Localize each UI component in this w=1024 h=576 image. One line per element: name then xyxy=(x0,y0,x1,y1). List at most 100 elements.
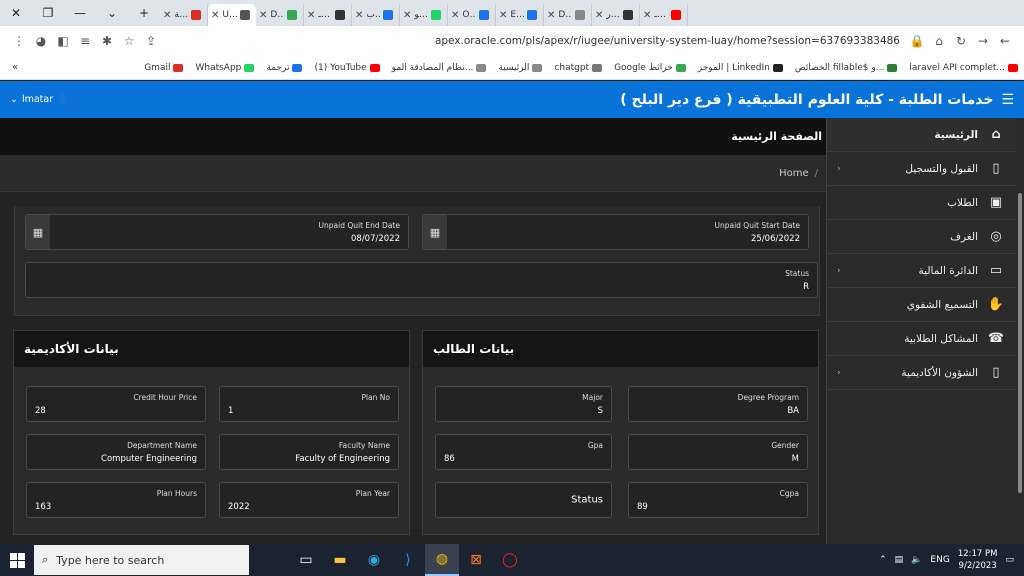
chevron-left-icon[interactable]: ‹ xyxy=(837,368,841,378)
lock-icon[interactable]: 🔒 xyxy=(906,34,928,48)
tab-search-chevron-icon[interactable]: ⌄ xyxy=(96,0,128,26)
tray-chevron-up-icon[interactable]: ⌃ xyxy=(879,555,887,565)
file-explorer-icon[interactable]: ▬ xyxy=(323,544,357,576)
vscode-icon[interactable]: ⟩ xyxy=(391,544,425,576)
unpaid-quit-start-date-field[interactable]: Unpaid Quit Start Date 25/06/2022 ▦ xyxy=(422,214,809,250)
url-field[interactable]: apex.oracle.com/pls/apex/r/iugee/univers… xyxy=(162,35,906,47)
browser-tab[interactable]: ✕لؤي مـ xyxy=(304,4,352,26)
tab-close-icon[interactable]: ✕ xyxy=(355,10,363,21)
gender-field[interactable]: Gender M xyxy=(628,434,808,470)
degree-program-field[interactable]: Degree Program BA xyxy=(628,386,808,422)
restore-window-icon[interactable]: ❐ xyxy=(32,0,64,26)
app-title[interactable]: خدمات الطلبة - كلية العلوم التطبيقية ( ف… xyxy=(620,92,993,108)
bookmark-item[interactable]: laravel API complet... xyxy=(909,63,1018,73)
chevron-left-icon[interactable]: ‹ xyxy=(837,164,841,174)
browser-tab[interactable]: ✕لؤي مـ xyxy=(640,4,688,26)
browser-tab[interactable]: ✕علامة xyxy=(160,4,208,26)
bookmark-star-icon[interactable]: ☆ xyxy=(118,34,140,48)
calendar-icon[interactable]: ▦ xyxy=(26,215,50,249)
sidebar-item[interactable]: ▭ الدائرة المالية ‹ xyxy=(827,254,1016,288)
status-field[interactable]: Status R xyxy=(25,262,818,298)
bookmark-item[interactable]: نظام المصادقة المو... xyxy=(392,63,487,73)
breadcrumb-home[interactable]: Home xyxy=(779,168,809,179)
notifications-icon[interactable]: ▭ xyxy=(1005,555,1014,565)
bookmark-item[interactable]: الخصائص fillable$ و... xyxy=(795,63,898,73)
forward-arrow-icon[interactable]: → xyxy=(972,34,994,48)
calendar-icon[interactable]: ▦ xyxy=(423,215,447,249)
share-icon[interactable]: ⇪ xyxy=(140,34,162,48)
reading-list-icon[interactable]: ≡ xyxy=(74,34,96,48)
faculty-name-field[interactable]: Faculty Name Faculty of Engineering xyxy=(219,434,399,470)
clock[interactable]: 12:17 PM 9/2/2023 xyxy=(958,548,998,572)
department-name-field[interactable]: Department Name Computer Engineering xyxy=(26,434,206,470)
side-panel-icon[interactable]: ◧ xyxy=(52,34,74,48)
gpa-field[interactable]: Gpa 86 xyxy=(435,434,612,470)
user-menu[interactable]: ⌄ lmatar 👤 xyxy=(10,94,69,105)
tab-close-icon[interactable]: ✕ xyxy=(307,10,315,21)
plan-no-field[interactable]: Plan No 1 xyxy=(219,386,399,422)
navigation-menu-icon[interactable]: ☰ xyxy=(1001,92,1014,108)
network-icon[interactable]: ▤ xyxy=(895,555,904,565)
plan-hours-field[interactable]: Plan Hours 163 xyxy=(26,482,206,518)
browser-tab[interactable]: ✕اوقتو: xyxy=(400,4,448,26)
tab-close-icon[interactable]: ✕ xyxy=(163,10,171,21)
language-indicator[interactable]: ENG xyxy=(930,555,949,565)
profile-avatar-icon[interactable]: ◕ xyxy=(30,34,52,48)
tab-close-icon[interactable]: ✕ xyxy=(451,10,459,21)
browser-tab[interactable]: ✕Docun xyxy=(544,4,592,26)
chrome-browser-icon[interactable]: ◍ xyxy=(425,544,459,576)
major-field[interactable]: Major S xyxy=(435,386,612,422)
sidebar-item[interactable]: ⌂ الرئيسية xyxy=(827,118,1016,152)
opera-browser-icon[interactable]: ◯ xyxy=(493,544,527,576)
tab-close-icon[interactable]: ✕ xyxy=(259,10,267,21)
home-icon[interactable]: ⌂ xyxy=(928,34,950,48)
scrollbar-thumb[interactable] xyxy=(1018,193,1022,493)
tab-close-icon[interactable]: ✕ xyxy=(643,10,651,21)
browser-tab[interactable]: ✕OFFTO xyxy=(448,4,496,26)
browser-tab[interactable]: ✕واتساب xyxy=(352,4,400,26)
back-arrow-icon[interactable]: ← xyxy=(994,34,1016,48)
sidebar-item[interactable]: ◎ الغرف xyxy=(827,220,1016,254)
volume-icon[interactable]: 🔈 xyxy=(911,555,922,565)
sidebar-item[interactable]: ▯ القبول والتسجيل ‹ xyxy=(827,152,1016,186)
cgpa-field[interactable]: Cgpa 89 xyxy=(628,482,808,518)
edge-browser-icon[interactable]: ◉ xyxy=(357,544,391,576)
bookmark-item[interactable]: WhatsApp xyxy=(195,63,255,73)
xampp-icon[interactable]: ⊠ xyxy=(459,544,493,576)
bookmark-item[interactable]: Gmail xyxy=(144,63,184,73)
close-window-icon[interactable]: ✕ xyxy=(0,0,32,26)
tab-close-icon[interactable]: ✕ xyxy=(499,10,507,21)
credit-hour-price-field[interactable]: Credit Hour Price 28 xyxy=(26,386,206,422)
tab-close-icon[interactable]: ✕ xyxy=(403,10,411,21)
bookmark-item[interactable]: chatgpt xyxy=(554,63,603,73)
bookmark-item[interactable]: (1) YouTube xyxy=(314,63,380,73)
bookmark-item[interactable]: الرئيسية xyxy=(498,63,543,73)
bookmark-item[interactable]: Google خرائط xyxy=(614,63,686,73)
bookmark-item[interactable]: الموجز | LinkedIn xyxy=(698,63,783,73)
task-view-icon[interactable]: ▭ xyxy=(289,544,323,576)
extensions-puzzle-icon[interactable]: ✱ xyxy=(96,34,118,48)
sidebar-item[interactable]: ▯ الشؤون الأكاديمية ‹ xyxy=(827,356,1016,390)
chevron-left-icon[interactable]: ‹ xyxy=(837,266,841,276)
scrollbar[interactable] xyxy=(1016,118,1024,544)
unpaid-quit-end-date-field[interactable]: Unpaid Quit End Date 08/07/2022 ▦ xyxy=(25,214,409,250)
more-bookmarks-chevron-icon[interactable]: « xyxy=(12,62,18,73)
new-tab-plus-icon[interactable]: + xyxy=(128,0,160,26)
browser-tab[interactable]: ✕DB-for xyxy=(256,4,304,26)
bookmark-item[interactable]: ترجمة xyxy=(266,63,303,73)
tab-close-icon[interactable]: ✕ xyxy=(211,10,219,21)
reload-icon[interactable]: ↻ xyxy=(950,34,972,48)
taskbar-search-box[interactable]: ⌕ Type here to search xyxy=(34,545,249,575)
sidebar-item[interactable]: ▣ الطلاب xyxy=(827,186,1016,220)
browser-tab[interactable]: ✕Elimin xyxy=(496,4,544,26)
tab-close-icon[interactable]: ✕ xyxy=(595,10,603,21)
sidebar-item[interactable]: ☎ المشاكل الطلابية xyxy=(827,322,1016,356)
browser-tab[interactable]: ✕Univer xyxy=(208,4,256,26)
tab-close-icon[interactable]: ✕ xyxy=(547,10,555,21)
browser-tab[interactable]: ✕مهرجار xyxy=(592,4,640,26)
menu-kebab-icon[interactable]: ⋮ xyxy=(8,34,30,48)
start-button[interactable] xyxy=(0,544,34,576)
student-status-field[interactable]: Status xyxy=(435,482,612,518)
plan-year-field[interactable]: Plan Year 2022 xyxy=(219,482,399,518)
minimize-window-icon[interactable]: — xyxy=(64,0,96,26)
